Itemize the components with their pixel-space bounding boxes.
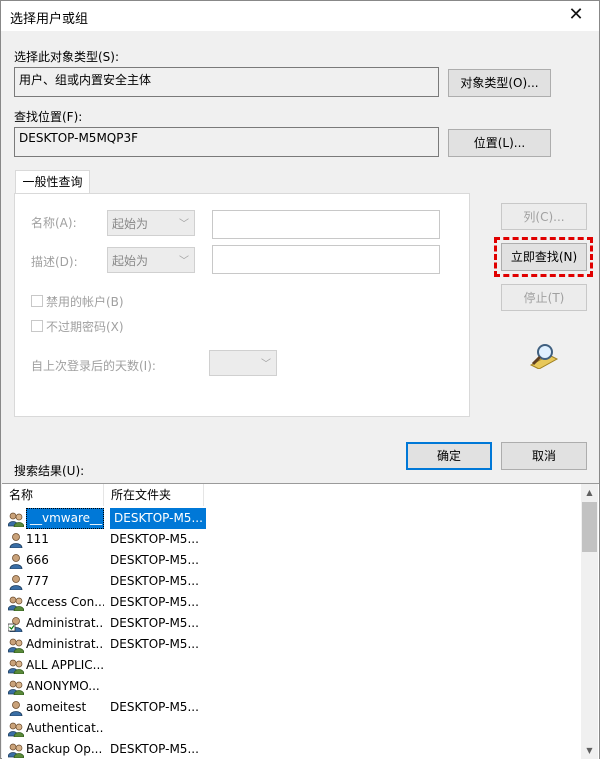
user-icon [8,700,24,717]
list-item[interactable]: 777 DESKTOP-M5... [2,571,582,592]
item-name: Administrat... [26,637,104,651]
item-folder: DESKTOP-M5... [110,532,199,546]
list-item[interactable]: __vmware__ DESKTOP-M5... [2,508,582,529]
list-item[interactable]: ANONYMO... [2,676,582,697]
item-folder [110,655,206,676]
user-icon [8,574,24,591]
locations-button[interactable]: 位置(L)... [448,129,551,157]
item-name: ANONYMO... [26,679,100,693]
window-title: 选择用户或组 [10,12,89,27]
group-icon [7,637,25,654]
column-header-folder[interactable]: 所在文件夹 [104,484,204,506]
group-icon [7,658,25,675]
search-magnifier-icon [527,343,559,370]
column-header-name[interactable]: 名称 [2,484,104,506]
list-item[interactable]: Authenticat... [2,718,582,739]
list-item[interactable]: ALL APPLIC... [2,655,582,676]
group-icon [7,721,25,738]
object-types-button[interactable]: 对象类型(O)... [448,69,551,97]
select-users-dialog: 选择用户或组 ✕ 选择此对象类型(S): 用户、组或内置安全主体 对象类型(O)… [0,0,600,759]
days-since-login-select[interactable]: ﹀ [209,350,277,376]
description-input[interactable] [212,245,440,274]
list-item[interactable]: Administrat... DESKTOP-M5... [2,634,582,655]
chevron-down-icon: ﹀ [179,256,189,267]
ok-button[interactable]: 确定 [406,442,492,470]
disabled-accounts-checkbox[interactable] [31,295,43,307]
name-match-value: 起始为 [112,217,149,231]
list-item[interactable]: 111 DESKTOP-M5... [2,529,582,550]
object-type-field: 用户、组或内置安全主体 [14,67,439,97]
general-query-panel: 名称(A): 起始为 ﹀ 描述(D): 起始为 ﹀ 禁用的帐户(B) 不过期密码… [14,193,470,417]
non-expiring-label: 不过期密码(X) [46,320,124,334]
search-results-list[interactable]: 名称 所在文件夹 __vmware__ DESKTOP-M5... 111 DESKT… [2,483,599,759]
days-since-login-label: 自上次登录后的天数(I): [31,359,156,373]
chevron-down-icon: ﹀ [261,359,271,370]
columns-button[interactable]: 列(C)... [501,203,587,230]
non-expiring-checkbox[interactable] [31,320,43,332]
user-icon [8,553,24,570]
user-icon [8,532,24,549]
list-item[interactable]: Access Con... DESKTOP-M5... [2,592,582,613]
item-name: Access Con... [26,595,104,609]
item-name: Administrat... [26,616,104,630]
name-input[interactable] [212,210,440,239]
name-match-select[interactable]: 起始为 ﹀ [107,210,195,236]
list-item[interactable]: Administrat... DESKTOP-M5... [2,613,582,634]
item-name: Backup Op... [26,742,103,756]
description-match-value: 起始为 [112,254,149,268]
item-folder: DESKTOP-M5... [110,700,199,714]
scroll-up-icon[interactable]: ▲ [581,484,598,501]
tab-general-query[interactable]: 一般性查询 [15,170,90,194]
item-folder [110,676,206,697]
search-results-label: 搜索结果(U): [14,464,85,478]
group-icon [7,679,25,696]
item-folder: DESKTOP-M5... [110,616,199,630]
admin-user-icon [7,616,24,633]
name-label: 名称(A): [31,216,77,230]
location-field: DESKTOP-M5MQP3F [14,127,439,157]
list-item[interactable]: Backup Op... DESKTOP-M5... [2,739,582,760]
item-name: aomeitest [26,700,87,714]
list-item[interactable]: aomeitest DESKTOP-M5... [2,697,582,718]
item-folder: DESKTOP-M5... [110,553,199,567]
item-name: 777 [26,574,49,588]
item-name: __vmware__ [26,508,104,529]
disabled-accounts-label: 禁用的帐户(B) [46,295,124,309]
description-label: 描述(D): [31,255,78,269]
chevron-down-icon: ﹀ [179,219,189,230]
list-item[interactable]: 666 DESKTOP-M5... [2,550,582,571]
item-folder: DESKTOP-M5... [110,742,199,756]
item-name: Authenticat... [26,721,104,735]
item-name: ALL APPLIC... [26,658,104,672]
item-folder [110,718,206,739]
title-bar: 选择用户或组 ✕ [1,1,599,31]
item-folder: DESKTOP-M5... [110,637,199,651]
item-name: 666 [26,553,49,567]
close-button[interactable]: ✕ [553,1,599,31]
item-folder: DESKTOP-M5... [110,508,206,529]
location-label: 查找位置(F): [14,110,83,124]
group-icon [7,595,25,612]
vertical-scrollbar[interactable]: ▲ ▼ [581,484,598,759]
find-now-button[interactable]: 立即查找(N) [501,243,587,271]
scroll-thumb[interactable] [582,502,597,552]
group-icon [7,511,25,528]
group-icon [7,742,25,759]
scroll-down-icon[interactable]: ▼ [581,742,598,759]
object-type-label: 选择此对象类型(S): [14,50,120,64]
item-folder: DESKTOP-M5... [110,595,199,609]
description-match-select[interactable]: 起始为 ﹀ [107,247,195,273]
stop-button[interactable]: 停止(T) [501,284,587,311]
item-name: 111 [26,532,49,546]
cancel-button[interactable]: 取消 [501,442,587,470]
item-folder: DESKTOP-M5... [110,574,199,588]
